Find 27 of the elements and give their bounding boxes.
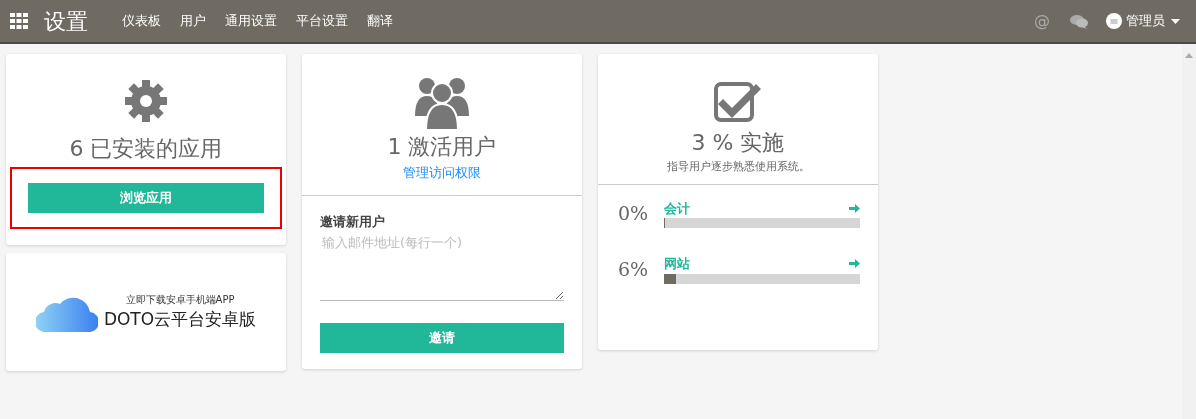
page-title: 设置 [44,7,88,36]
nav-link[interactable]: 翻译 [367,11,393,31]
active-users-count: 1 激活用户 [386,133,498,161]
installed-apps-count: 6 已安装的应用 [68,135,224,163]
progress-percent: 6% [618,256,650,282]
implementation-subtitle: 指导用户逐步熟悉使用系统。 [665,159,811,175]
gear-icon [123,78,169,124]
checkbox-icon [714,80,762,122]
apps-menu-icon[interactable] [10,13,28,29]
arrow-right-icon[interactable] [849,202,860,214]
banner-title: DOTO云平台安卓版 [103,307,257,331]
chat-icon[interactable] [1070,13,1088,29]
nav-link[interactable]: 用户 [180,11,206,31]
manage-access-link[interactable]: 管理访问权限 [403,165,481,180]
nav-link[interactable]: 通用设置 [225,11,277,31]
caret-icon[interactable] [1171,18,1180,24]
implementation-title: 3 % 实施 [690,129,786,157]
banner-card[interactable]: 立即下载安卓手机端APP DOTO云平台安卓版 [6,253,286,371]
nav-link[interactable]: 仪表板 [122,11,161,31]
banner-subtitle: 立即下载安卓手机端APP [124,292,236,307]
nav-link[interactable]: 平台设置 [296,11,348,31]
user-menu[interactable]: 管理员 [1126,11,1165,31]
arrow-right-icon[interactable] [849,258,860,270]
progress-percent: 0% [618,201,650,226]
users-icon [414,76,470,130]
avatar-icon[interactable] [1106,13,1122,29]
invite-label: 邀请新用户 [320,212,386,231]
